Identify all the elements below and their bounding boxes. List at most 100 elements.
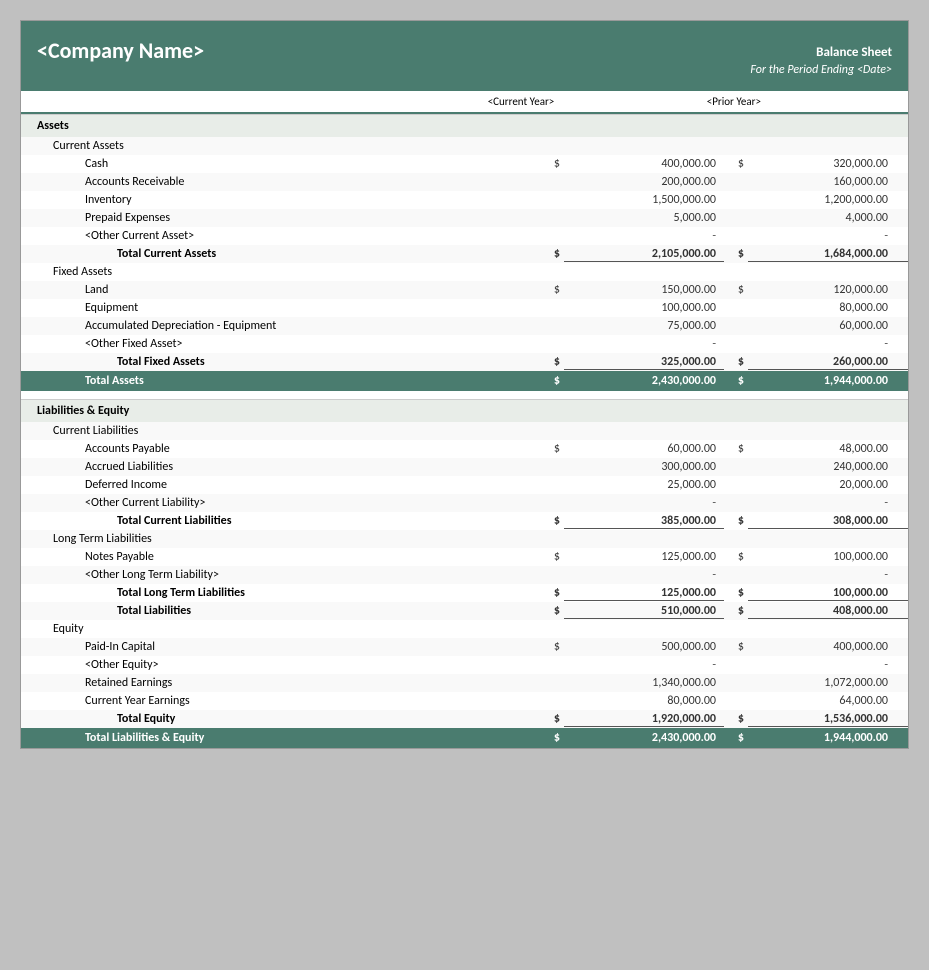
np-dollar2: $ — [724, 550, 748, 564]
other-lt-prior: - — [748, 568, 908, 582]
other-fa-current: - — [564, 337, 724, 351]
total-cl-prior: 308,000.00 — [748, 514, 908, 529]
land-prior: 120,000.00 — [748, 283, 908, 297]
re-prior: 1,072,000.00 — [748, 676, 908, 690]
accrued-liabilities-row: Accrued Liabilities 300,000.00 240,000.0… — [21, 458, 908, 476]
company-name: <Company Name> — [37, 33, 204, 64]
total-le-current: 2,430,000.00 — [564, 731, 724, 745]
total-ca-label: Total Current Assets — [21, 247, 534, 261]
cash-prior: 320,000.00 — [748, 157, 908, 171]
inventory-prior: 1,200,000.00 — [748, 193, 908, 207]
report-title: Balance Sheet — [750, 44, 892, 62]
accrued-prior: 240,000.00 — [748, 460, 908, 474]
equipment-current: 100,000.00 — [564, 301, 724, 315]
pic-prior: 400,000.00 — [748, 640, 908, 654]
total-liab-dollar: $ — [534, 604, 564, 618]
prior-year-col-header: <Prior Year> — [601, 95, 781, 108]
lt-liabilities-label-row: Long Term Liabilities — [21, 530, 908, 548]
other-equity-label: <Other Equity> — [21, 658, 534, 672]
other-lt-liability-row: <Other Long Term Liability> - - — [21, 566, 908, 584]
re-current: 1,340,000.00 — [564, 676, 724, 690]
inventory-label: Inventory — [21, 193, 534, 207]
total-lt-liabilities-row: Total Long Term Liabilities $ 125,000.00… — [21, 584, 908, 602]
deferred-current: 25,000.00 — [564, 478, 724, 492]
total-ca-dollar: $ — [534, 247, 564, 261]
total-assets-dollar2: $ — [724, 374, 748, 388]
other-current-liability-row: <Other Current Liability> - - — [21, 494, 908, 512]
land-dollar2: $ — [724, 283, 748, 297]
pic-dollar: $ — [534, 640, 564, 654]
lt-liabilities-label: Long Term Liabilities — [21, 532, 534, 546]
total-ca-dollar2: $ — [724, 247, 748, 261]
ap-dollar2: $ — [724, 442, 748, 456]
other-ca-current: - — [564, 229, 724, 243]
total-eq-dollar: $ — [534, 712, 564, 726]
total-le-label: Total Liabilities & Equity — [21, 731, 534, 745]
ar-current: 200,000.00 — [564, 175, 724, 189]
header: <Company Name> Balance Sheet For the Per… — [21, 21, 908, 91]
balance-sheet: <Company Name> Balance Sheet For the Per… — [20, 20, 909, 749]
land-current: 150,000.00 — [564, 283, 724, 297]
current-year-earnings-label: Current Year Earnings — [21, 694, 534, 708]
accounts-payable-row: Accounts Payable $ 60,000.00 $ 48,000.00 — [21, 440, 908, 458]
other-eq-prior: - — [748, 658, 908, 672]
total-liab-dollar2: $ — [724, 604, 748, 618]
equity-label-row: Equity — [21, 620, 908, 638]
total-cl-dollar2: $ — [724, 514, 748, 528]
total-ca-prior: 1,684,000.00 — [748, 247, 908, 262]
np-dollar: $ — [534, 550, 564, 564]
accrued-current: 300,000.00 — [564, 460, 724, 474]
total-current-assets-row: Total Current Assets $ 2,105,000.00 $ 1,… — [21, 245, 908, 263]
other-ca-prior: - — [748, 229, 908, 243]
total-cl-label: Total Current Liabilities — [21, 514, 534, 528]
total-ca-current: 2,105,000.00 — [564, 247, 724, 262]
current-year-col-header: <Current Year> — [441, 95, 601, 108]
total-lt-dollar: $ — [534, 586, 564, 600]
liabilities-equity-section-header: Liabilities & Equity — [21, 399, 908, 422]
total-le-dollar: $ — [534, 731, 564, 745]
equipment-label: Equipment — [21, 301, 534, 315]
other-current-asset-row: <Other Current Asset> - - — [21, 227, 908, 245]
other-fa-prior: - — [748, 337, 908, 351]
ar-prior: 160,000.00 — [748, 175, 908, 189]
deferred-income-row: Deferred Income 25,000.00 20,000.00 — [21, 476, 908, 494]
deferred-prior: 20,000.00 — [748, 478, 908, 492]
ap-dollar: $ — [534, 442, 564, 456]
equity-label: Equity — [21, 622, 534, 636]
total-fa-dollar2: $ — [724, 355, 748, 369]
np-current: 125,000.00 — [564, 550, 724, 564]
notes-payable-row: Notes Payable $ 125,000.00 $ 100,000.00 — [21, 548, 908, 566]
total-fixed-assets-row: Total Fixed Assets $ 325,000.00 $ 260,00… — [21, 353, 908, 371]
np-prior: 100,000.00 — [748, 550, 908, 564]
prepaid-label: Prepaid Expenses — [21, 211, 534, 225]
deferred-income-label: Deferred Income — [21, 478, 534, 492]
other-fixed-label: <Other Fixed Asset> — [21, 337, 534, 351]
total-cl-dollar: $ — [534, 514, 564, 528]
content: Assets Current Assets Cash $ 400,000.00 … — [21, 114, 908, 748]
total-current-liabilities-row: Total Current Liabilities $ 385,000.00 $… — [21, 512, 908, 530]
total-assets-dollar: $ — [534, 374, 564, 388]
equipment-prior: 80,000.00 — [748, 301, 908, 315]
total-equity-label: Total Equity — [21, 712, 534, 726]
header-right: Balance Sheet For the Period Ending <Dat… — [750, 44, 892, 79]
accum-dep-label: Accumulated Depreciation - Equipment — [21, 319, 534, 333]
other-fixed-asset-row: <Other Fixed Asset> - - — [21, 335, 908, 353]
other-eq-current: - — [564, 658, 724, 672]
ap-current: 60,000.00 — [564, 442, 724, 456]
fixed-assets-label: Fixed Assets — [21, 265, 534, 279]
accum-dep-current: 75,000.00 — [564, 319, 724, 333]
inventory-current: 1,500,000.00 — [564, 193, 724, 207]
land-row: Land $ 150,000.00 $ 120,000.00 — [21, 281, 908, 299]
accounts-payable-label: Accounts Payable — [21, 442, 534, 456]
total-assets-prior: 1,944,000.00 — [748, 374, 908, 388]
total-fa-label: Total Fixed Assets — [21, 355, 534, 369]
equipment-row: Equipment 100,000.00 80,000.00 — [21, 299, 908, 317]
accum-dep-prior: 60,000.00 — [748, 319, 908, 333]
total-fa-dollar: $ — [534, 355, 564, 369]
current-liabilities-label: Current Liabilities — [21, 424, 534, 438]
retained-earnings-label: Retained Earnings — [21, 676, 534, 690]
total-cl-current: 385,000.00 — [564, 514, 724, 529]
accrued-liabilities-label: Accrued Liabilities — [21, 460, 534, 474]
inventory-row: Inventory 1,500,000.00 1,200,000.00 — [21, 191, 908, 209]
total-fa-current: 325,000.00 — [564, 355, 724, 370]
